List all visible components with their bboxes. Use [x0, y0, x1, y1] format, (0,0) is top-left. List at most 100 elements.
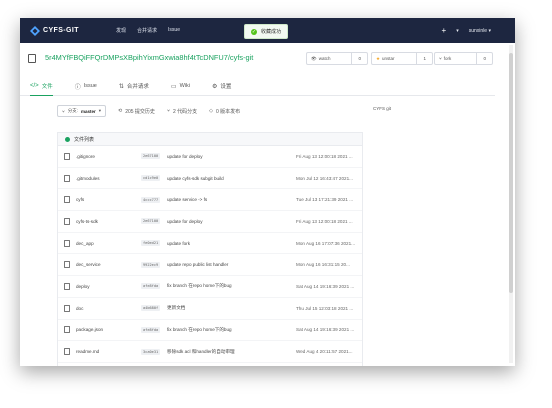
file-name[interactable]: package.json: [76, 327, 103, 332]
check-circle-icon: ✓: [251, 28, 257, 35]
file-icon: [64, 174, 70, 182]
commit-message[interactable]: update service -> fs: [167, 197, 207, 202]
repo-header: 5r4MYfFBQiFFQrDMPsXBpihYixmGxwia8hf4tTcD…: [20, 45, 515, 79]
tab-wiki[interactable]: ▭ Wiki: [171, 77, 190, 95]
commit-message[interactable]: fix branch 在repo home下的bug: [167, 283, 232, 289]
file-row[interactable]: doc a4b680f 更新文档 Thu Jul 15 12:03:18 2021 .…: [58, 298, 362, 320]
star-count: 1: [416, 53, 432, 64]
commit-hash[interactable]: a4b680f: [141, 305, 161, 312]
file-icon: [64, 196, 70, 204]
commit-hash[interactable]: 9922ec9: [141, 261, 161, 268]
nav-merge-requests[interactable]: 合并请求: [137, 27, 157, 34]
code-icon: </>: [30, 83, 39, 89]
file-name[interactable]: cyfs-ts-sdk: [76, 219, 98, 224]
file-name[interactable]: dec_app: [76, 241, 94, 246]
file-icon: [64, 217, 70, 225]
branches-link[interactable]: ⑂ 2 代码分支: [167, 108, 197, 115]
commit-date: Sat Aug 14 19:16:39 2021 ...: [296, 327, 355, 333]
watch-button[interactable]: 👁 watch 0: [306, 52, 368, 65]
branch-selector[interactable]: ⑂ 分支: master ▾: [57, 105, 106, 117]
file-row[interactable]: service2e67100update for deployFri Aug 1…: [58, 363, 362, 366]
commit-hash[interactable]: cd1c9e0: [141, 175, 161, 182]
commit-hash[interactable]: afe8fda: [141, 283, 161, 290]
fork-label: fork: [443, 56, 452, 61]
releases-label: 0 版本发布: [215, 108, 241, 115]
commit-message[interactable]: update cyfs-sdk subgit build: [167, 176, 224, 181]
file-icon: [64, 282, 70, 290]
commit-message[interactable]: fix branch 在repo home下的bug: [167, 327, 232, 333]
logo[interactable]: CYFS-GIT: [30, 25, 96, 36]
commit-message[interactable]: update for deploy: [167, 154, 203, 159]
tab-merge-requests[interactable]: ⇅ 合并请求: [119, 77, 149, 95]
file-row[interactable]: deploy afe8fda fix branch 在repo home下的bug S…: [58, 276, 362, 298]
file-row[interactable]: package.json afe8fda fix branch 在repo home…: [58, 320, 362, 342]
gear-icon: ⚙: [211, 83, 218, 90]
nav-issue[interactable]: Issue: [168, 27, 180, 34]
info-icon: ⓘ: [74, 84, 81, 91]
file-name[interactable]: .gitmodules: [76, 176, 100, 181]
file-icon: [64, 326, 70, 334]
file-row[interactable]: dec_app fe0ed21 update fork Mon Aug 16 17:0…: [58, 233, 362, 255]
commit-message[interactable]: update repo public list handler: [167, 262, 228, 267]
file-row[interactable]: readme.md 3ca0e31 移除sdk acl 和handler的自动审理 W…: [58, 341, 362, 363]
tab-settings[interactable]: ⚙ 设置: [212, 77, 231, 95]
plus-dropdown-icon[interactable]: ▾: [456, 28, 459, 34]
repo-name[interactable]: 5r4MYfFBQiFFQrDMPsXBpihYixmGxwia8hf4tTcD…: [45, 53, 253, 62]
commit-date: Fri Aug 13 12:00:18 2021 ...: [296, 153, 353, 159]
file-name[interactable]: readme.md: [76, 349, 99, 354]
repo-icon: [28, 54, 36, 63]
tab-files[interactable]: </> 文件: [30, 77, 53, 96]
file-list-title: 文件列表: [74, 136, 95, 143]
file-row[interactable]: cyfs 4ccc777 update service -> fs Tue Jul 1…: [58, 189, 362, 212]
file-name[interactable]: .gitignore: [76, 154, 95, 159]
commit-hash[interactable]: 4ccc777: [141, 196, 161, 203]
star-icon: ★: [376, 55, 381, 61]
nav-discover[interactable]: 发现: [116, 27, 126, 34]
scrollbar-thumb[interactable]: [509, 53, 513, 293]
commit-message[interactable]: 更新文档: [167, 305, 185, 311]
file-name[interactable]: cyfs: [76, 197, 84, 202]
main-nav: 发现 合并请求 Issue: [116, 27, 191, 34]
commit-hash[interactable]: 2e67100: [141, 153, 161, 160]
tab-settings-label: 设置: [220, 84, 232, 90]
file-row[interactable]: .gitmodules cd1c9e0 update cyfs-sdk subgit…: [58, 168, 362, 190]
branch-icon: ⑂: [166, 108, 170, 114]
plus-icon[interactable]: +: [442, 26, 447, 35]
file-row[interactable]: cyfs-ts-sdk 2e67100 update for deploy Fri A…: [58, 211, 362, 233]
commit-hash[interactable]: 3ca0e31: [141, 348, 161, 355]
book-icon: ▭: [170, 83, 177, 90]
commit-message[interactable]: 移除sdk acl 和handler的自动审理: [167, 349, 235, 355]
releases-link[interactable]: ◇ 0 版本发布: [209, 108, 240, 115]
fork-count: 0: [476, 53, 492, 64]
commit-message[interactable]: update for deploy: [167, 219, 203, 224]
commit-hash[interactable]: 2e67100: [141, 218, 161, 225]
tab-issue[interactable]: ⓘ Issue: [75, 77, 97, 95]
file-row[interactable]: dec_service 9922ec9 update repo public lis…: [58, 254, 362, 277]
file-icon: [64, 239, 70, 247]
commit-message[interactable]: update fork: [167, 241, 190, 246]
unstar-button[interactable]: ★ unstar 1: [371, 52, 433, 65]
unstar-label: unstar: [382, 56, 395, 61]
tab-issue-label: Issue: [83, 83, 97, 89]
file-rows: .gitignore 2e67100 update for deploy Fri Au…: [58, 146, 362, 366]
commit-history-label: 205 提交历史: [125, 108, 155, 115]
commit-history-link[interactable]: ⟲ 205 提交历史: [118, 108, 155, 115]
commit-date: Tue Jul 13 17:21:39 2021 ...: [296, 197, 354, 203]
toast-message: 收藏成功: [261, 29, 282, 35]
merge-icon: ⇅: [118, 83, 124, 90]
file-name[interactable]: deploy: [76, 284, 90, 289]
commit-hash[interactable]: fe0ed21: [141, 240, 161, 247]
commit-date: Fri Aug 13 12:00:18 2021 ...: [296, 218, 353, 224]
scrollbar[interactable]: [509, 45, 513, 363]
history-icon: ⟲: [118, 108, 123, 114]
user-menu[interactable]: sunxinle ▾: [469, 28, 491, 34]
commit-hash[interactable]: afe8fda: [141, 326, 161, 333]
branch-name: master: [80, 108, 96, 114]
file-row[interactable]: .gitignore 2e67100 update for deploy Fri Au…: [58, 146, 362, 168]
watch-label: watch: [318, 56, 331, 61]
file-name[interactable]: dec_service: [76, 262, 101, 267]
file-list: 文件列表 .gitignore 2e67100 update for deploy F…: [57, 132, 363, 366]
file-name[interactable]: doc: [76, 306, 83, 311]
file-icon: [64, 304, 70, 312]
fork-button[interactable]: ⑂ fork 0: [434, 52, 493, 65]
